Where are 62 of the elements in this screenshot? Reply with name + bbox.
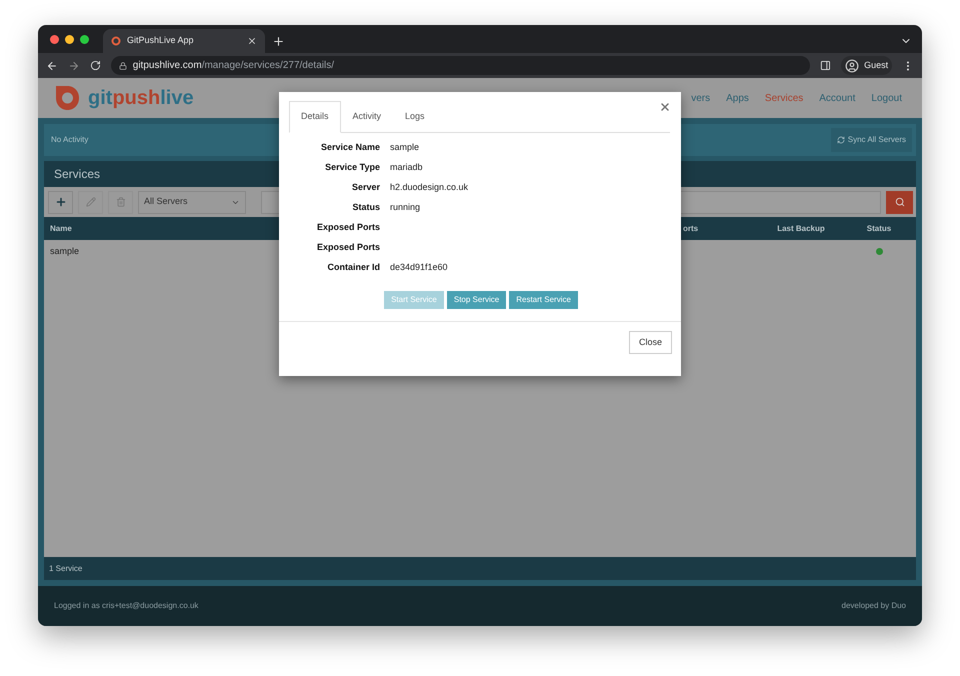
close-window-icon[interactable] — [50, 34, 59, 44]
back-icon[interactable] — [46, 60, 58, 72]
sync-icon — [836, 136, 845, 144]
zoom-window-icon[interactable] — [80, 34, 89, 44]
dialog-tab[interactable]: Logs — [393, 101, 437, 133]
avatar-icon — [845, 58, 860, 72]
column-header: Name — [50, 222, 72, 234]
logo-icon — [55, 85, 80, 111]
table-cell-text: sample — [50, 244, 80, 258]
service-action-button[interactable]: Stop Service — [446, 291, 506, 309]
logo-wordmark: gitpushlive — [88, 86, 194, 111]
forward-icon[interactable] — [68, 60, 80, 72]
add-icon — [54, 196, 66, 208]
field-label: Container Id — [326, 261, 380, 274]
field-value: running — [390, 201, 420, 214]
url-text: gitpushlive.com/manage/services/277/details/ — [132, 59, 334, 73]
lock-icon — [118, 62, 127, 70]
field-label: Exposed Ports — [316, 221, 380, 234]
edit-icon — [86, 197, 96, 207]
column-header: Status — [866, 222, 892, 234]
field-label: Server — [350, 181, 380, 194]
field-label: Exposed Ports — [316, 241, 380, 254]
search-icon — [894, 197, 904, 207]
field-value: sample — [390, 141, 420, 154]
field-label: Status — [351, 201, 380, 214]
panel-title: Services — [54, 166, 100, 183]
new-tab-icon[interactable] — [272, 35, 285, 48]
address-bar[interactable]: gitpushlive.com/manage/services/277/details/ — [110, 56, 810, 75]
search-button[interactable] — [886, 190, 913, 214]
add-button[interactable] — [48, 190, 73, 214]
close-tab-icon[interactable] — [247, 36, 257, 46]
nav-link[interactable]: Logout — [871, 90, 902, 106]
service-action-button[interactable]: Restart Service — [509, 291, 578, 309]
dialog-tab[interactable]: Details — [289, 101, 341, 133]
dialog-tab[interactable]: Activity — [340, 101, 394, 133]
field-value: mariadb — [390, 161, 423, 174]
close-button[interactable]: Close — [628, 331, 672, 354]
login-status: Logged in as cris+test@duodesign.co.uk — [54, 600, 198, 612]
close-icon[interactable] — [659, 101, 671, 113]
field-value: h2.duodesign.co.uk — [390, 181, 468, 194]
profile-button[interactable]: Guest — [841, 56, 892, 75]
browser-tab[interactable]: GitPushLive App — [103, 29, 265, 53]
column-header: Last Backup — [777, 222, 825, 234]
server-select[interactable]: All Servers — [138, 190, 246, 214]
logo-icon — [111, 36, 121, 46]
sync-button[interactable]: Sync All Servers — [830, 128, 912, 152]
activity-text: No Activity — [51, 134, 88, 146]
service-count: 1 Service — [49, 562, 82, 574]
nav-link[interactable]: Account — [819, 90, 856, 106]
nav-link[interactable]: Services — [764, 90, 804, 106]
nav-link[interactable]: Apps — [726, 90, 749, 106]
field-label: Service Type — [324, 161, 380, 174]
column-header: orts — [683, 222, 698, 234]
trash-icon — [116, 197, 126, 207]
reload-icon[interactable] — [90, 60, 101, 71]
tab-title: GitPushLive App — [127, 34, 195, 48]
minimize-window-icon[interactable] — [65, 34, 74, 44]
nav-link[interactable]: vers — [691, 90, 710, 106]
side-panel-icon[interactable] — [820, 60, 832, 71]
field-label: Service Name — [320, 141, 380, 154]
credit-text: developed by Duo — [842, 600, 906, 612]
field-value: de34d91f1e60 — [390, 261, 448, 274]
